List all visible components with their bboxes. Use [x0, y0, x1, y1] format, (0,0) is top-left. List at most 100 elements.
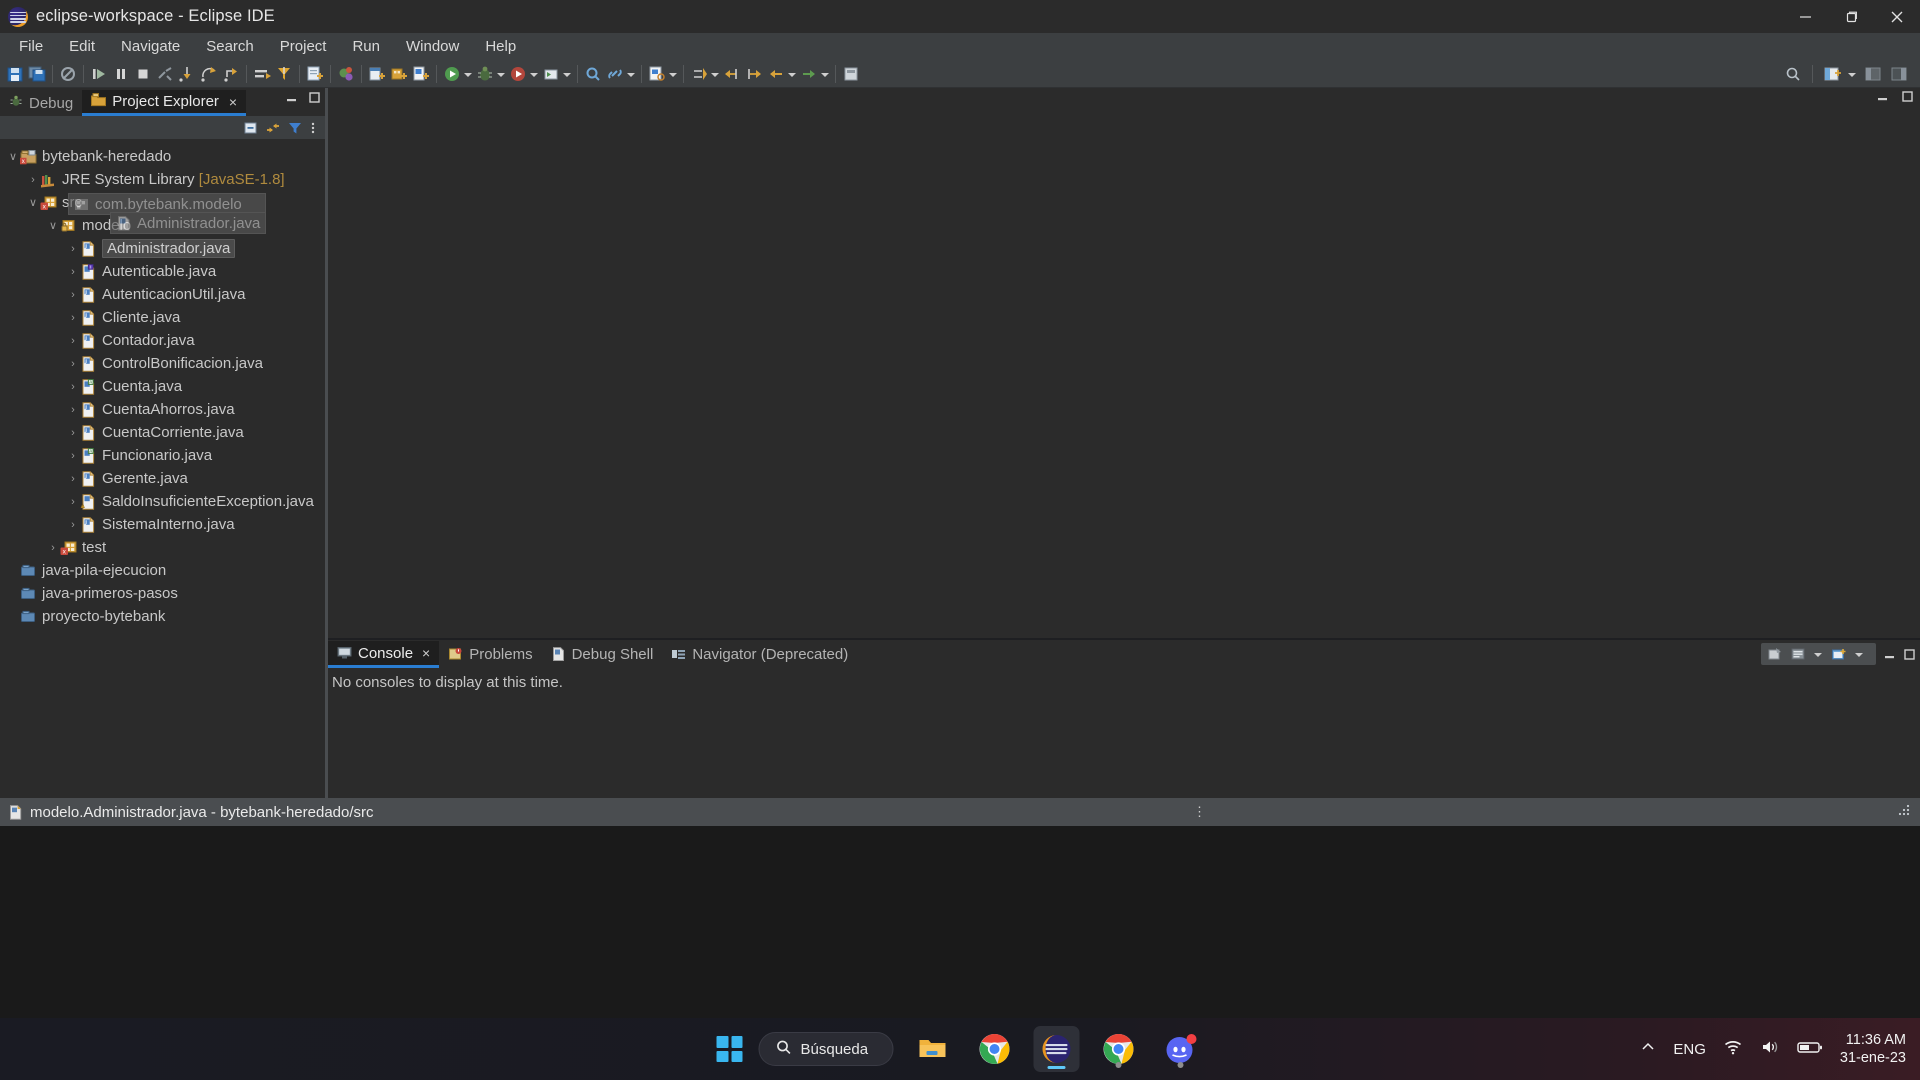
menu-navigate[interactable]: Navigate [108, 35, 193, 58]
previous-annotation-icon[interactable] [722, 64, 742, 84]
tray-language[interactable]: ENG [1673, 1041, 1706, 1058]
menu-edit[interactable]: Edit [56, 35, 108, 58]
forward-annotation-icon[interactable] [744, 64, 764, 84]
tree-item-funcionario-java[interactable]: › A Funcionario.java [0, 444, 325, 467]
step-into-icon[interactable] [177, 64, 197, 84]
back-icon[interactable] [766, 64, 786, 84]
search-icon[interactable] [583, 64, 603, 84]
back-dropdown-icon[interactable] [787, 65, 796, 83]
chevron-right-icon[interactable]: › [66, 243, 80, 255]
new-java-package-icon[interactable] [389, 64, 409, 84]
taskbar-chrome-1[interactable] [972, 1026, 1018, 1072]
tab-navigator[interactable]: Navigator (Deprecated) [662, 641, 857, 668]
chevron-right-icon[interactable]: › [46, 542, 60, 554]
step-return-icon[interactable] [221, 64, 241, 84]
chevron-right-icon[interactable]: › [66, 266, 80, 278]
tree-item-administrador-java[interactable]: › Administrador.java [0, 237, 325, 260]
suspend-icon[interactable] [111, 64, 131, 84]
debug-icon[interactable] [475, 64, 495, 84]
clear-console-icon[interactable] [1767, 646, 1783, 662]
minimize-button[interactable] [1782, 0, 1828, 33]
chevron-right-icon[interactable]: › [66, 519, 80, 531]
forward-dropdown-icon[interactable] [820, 65, 829, 83]
scroll-lock-icon[interactable] [1790, 646, 1806, 662]
step-over-icon[interactable] [199, 64, 219, 84]
taskbar-eclipse[interactable] [1033, 1026, 1080, 1072]
chevron-right-icon[interactable]: › [66, 381, 80, 393]
tab-console[interactable]: Console × [328, 641, 440, 668]
tab-project-explorer[interactable]: Project Explorer × [82, 90, 247, 116]
drop-to-frame-icon[interactable] [252, 64, 272, 84]
terminate-icon[interactable] [133, 64, 153, 84]
perspective-dropdown-icon[interactable] [1847, 65, 1856, 83]
maximize-view-icon[interactable] [308, 91, 321, 104]
tree-item-contador-java[interactable]: › Contador.java [0, 329, 325, 352]
open-console-icon[interactable] [1831, 646, 1847, 662]
maximize-button[interactable] [1828, 0, 1874, 33]
chevron-down-icon[interactable]: ∨ [6, 150, 20, 163]
close-button[interactable] [1874, 0, 1920, 33]
menu-help[interactable]: Help [472, 35, 529, 58]
minimize-panel-icon[interactable] [1883, 648, 1896, 661]
chevron-right-icon[interactable]: › [66, 312, 80, 324]
resume-icon[interactable] [89, 64, 109, 84]
tree-item-autenticable-java[interactable]: › I Autenticable.java [0, 260, 325, 283]
new-wizard-icon[interactable] [305, 64, 325, 84]
tree-item-java-primeros-pasos[interactable]: java-primeros-pasos [0, 582, 325, 605]
chevron-right-icon[interactable]: › [66, 450, 80, 462]
quick-access-search-icon[interactable] [1783, 64, 1803, 84]
taskbar-chrome-2[interactable] [1096, 1026, 1142, 1072]
menu-run[interactable]: Run [339, 35, 393, 58]
show-hidden-icons-icon[interactable] [1640, 1039, 1656, 1059]
taskbar-discord[interactable] [1158, 1026, 1204, 1072]
chevron-right-icon[interactable]: › [26, 174, 40, 186]
taskbar-search-box[interactable]: Búsqueda [758, 1032, 894, 1066]
chevron-right-icon[interactable]: › [66, 496, 80, 508]
tree-item-java-pila-ejecucion[interactable]: java-pila-ejecucion [0, 559, 325, 582]
taskbar-clock[interactable]: 11:36 AM 31-ene-23 [1840, 1031, 1906, 1067]
chevron-right-icon[interactable]: › [66, 404, 80, 416]
perspective-java-switch-icon[interactable] [1889, 64, 1909, 84]
coverage-icon[interactable] [508, 64, 528, 84]
tree-item-autenticacionutil-java[interactable]: › AutenticacionUtil.java [0, 283, 325, 306]
menu-window[interactable]: Window [393, 35, 472, 58]
open-type-icon[interactable] [647, 64, 667, 84]
chevron-down-icon[interactable]: ∨ [46, 219, 60, 232]
minimize-view-icon[interactable] [285, 91, 298, 104]
maximize-editor-icon[interactable] [1901, 90, 1914, 103]
tree-item-test[interactable]: › x test [0, 536, 325, 559]
menu-search[interactable]: Search [193, 35, 267, 58]
tree-item-proyecto-bytebank[interactable]: proyecto-bytebank [0, 605, 325, 628]
open-perspective-icon[interactable] [1822, 64, 1842, 84]
tree-item-cliente-java[interactable]: › Cliente.java [0, 306, 325, 329]
pin-editor-icon[interactable] [841, 64, 861, 84]
next-annotation-dropdown-icon[interactable] [710, 65, 719, 83]
menu-file[interactable]: File [6, 35, 56, 58]
search-dropdown-icon[interactable] [626, 65, 635, 83]
chevron-right-icon[interactable]: › [66, 358, 80, 370]
collapse-all-icon[interactable] [243, 120, 259, 136]
maximize-panel-icon[interactable] [1903, 648, 1916, 661]
chevron-right-icon[interactable]: › [66, 335, 80, 347]
taskbar-file-explorer[interactable] [910, 1026, 956, 1072]
tab-debug-shell[interactable]: Debug Shell [542, 641, 663, 668]
minimize-editor-icon[interactable] [1876, 90, 1889, 103]
menu-project[interactable]: Project [267, 35, 340, 58]
close-icon[interactable]: × [422, 645, 430, 661]
run-icon[interactable] [442, 64, 462, 84]
view-filter-icon[interactable] [287, 120, 303, 136]
tree-item-gerente-java[interactable]: › Gerente.java [0, 467, 325, 490]
chevron-down-icon[interactable]: ∨ [26, 196, 40, 209]
tree-item-controlbonificacion-java[interactable]: › ControlBonificacion.java [0, 352, 325, 375]
status-resize-corner-icon[interactable] [1896, 804, 1910, 823]
tree-item-jre-system-library[interactable]: › JRE System Library [JavaSE-1.8] [0, 168, 325, 191]
tab-problems[interactable]: Problems [439, 641, 541, 668]
display-selected-console-dropdown-icon[interactable] [1813, 645, 1822, 663]
debug-dropdown-icon[interactable] [496, 65, 505, 83]
save-all-icon[interactable] [27, 64, 47, 84]
wifi-icon[interactable] [1723, 1038, 1743, 1060]
battery-icon[interactable] [1797, 1039, 1823, 1059]
new-java-project-icon[interactable] [367, 64, 387, 84]
open-type-dropdown-icon[interactable] [668, 65, 677, 83]
link-icon[interactable] [605, 64, 625, 84]
